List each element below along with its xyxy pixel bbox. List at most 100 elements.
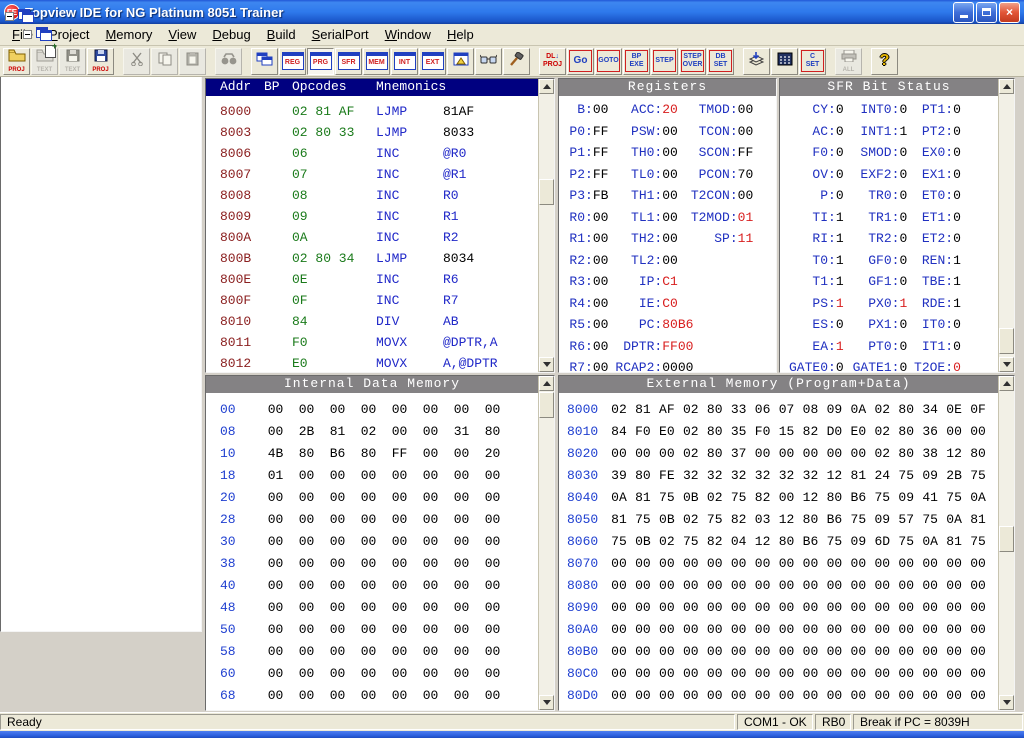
- disassembly-row[interactable]: 800808INCR0: [206, 188, 538, 209]
- bp-exe-button[interactable]: BPEXE: [623, 48, 650, 75]
- memory-bytes: 00000000000000000000000000000000: [607, 600, 990, 615]
- colon: :: [945, 167, 953, 189]
- step-button[interactable]: STEP: [651, 48, 678, 75]
- disassembly-row[interactable]: 800909INCR1: [206, 209, 538, 230]
- memory-byte: 00: [322, 402, 353, 417]
- disassembly-scrollbar[interactable]: [538, 79, 554, 372]
- download-hex-button[interactable]: [743, 48, 770, 75]
- collapse-icon[interactable]: [23, 30, 32, 39]
- sfr-window-button[interactable]: SFR: [335, 48, 362, 75]
- sfr-bit-cell: EXF2:0: [844, 167, 908, 189]
- menu-debug[interactable]: Debug: [204, 25, 258, 44]
- disassembly-row[interactable]: 8012E0MOVXA,@DPTR: [206, 356, 538, 377]
- cascade-windows-button[interactable]: [251, 48, 278, 75]
- scroll-thumb[interactable]: [539, 179, 554, 205]
- sfr-bit-cell: CY:0: [780, 102, 844, 124]
- menu-serialport[interactable]: SerialPort: [304, 25, 377, 44]
- build-button[interactable]: [503, 48, 530, 75]
- external-memory-row: 80400A81750B027582001280B6750941750A: [567, 490, 990, 512]
- menu-help[interactable]: Help: [439, 25, 482, 44]
- goto-button[interactable]: GOTO: [595, 48, 622, 75]
- scroll-thumb[interactable]: [539, 392, 554, 418]
- step-over-button[interactable]: STEPOVER: [679, 48, 706, 75]
- disassembly-row[interactable]: 800B02 80 34LJMP8034: [206, 251, 538, 272]
- memory-addr: 00: [220, 402, 260, 417]
- menu-memory[interactable]: Memory: [97, 25, 160, 44]
- memory-byte: 00: [870, 600, 894, 615]
- internal-memory-scrollbar[interactable]: [538, 376, 554, 710]
- memory-byte: 81: [631, 402, 655, 417]
- scroll-up-button[interactable]: [999, 79, 1014, 94]
- scroll-down-button[interactable]: [539, 695, 554, 710]
- scroll-up-button[interactable]: [539, 376, 554, 391]
- sfr-bit-cell: IT0:0: [907, 317, 961, 339]
- colon: :: [585, 145, 593, 167]
- scroll-thumb[interactable]: [999, 526, 1014, 552]
- watch-button[interactable]: [475, 48, 502, 75]
- go-button[interactable]: Go: [567, 48, 594, 75]
- disassembly-row[interactable]: 800E0EINCR6: [206, 272, 538, 293]
- menu-build[interactable]: Build: [259, 25, 304, 44]
- scroll-down-button[interactable]: [999, 357, 1014, 372]
- colon: :: [654, 167, 662, 189]
- close-button[interactable]: ×: [999, 2, 1020, 23]
- c-set-button[interactable]: CSET: [799, 48, 826, 75]
- colon: :: [654, 145, 662, 167]
- save-project-button[interactable]: PROJ: [87, 48, 114, 75]
- compile-button[interactable]: [447, 48, 474, 75]
- disassembly-row[interactable]: 800606INC@R0: [206, 146, 538, 167]
- colon: :: [654, 188, 662, 210]
- memory-byte: 00: [322, 688, 353, 703]
- memory-window-button[interactable]: MEM: [363, 48, 390, 75]
- memory-byte: 00: [607, 644, 631, 659]
- collapse-icon[interactable]: [5, 12, 14, 21]
- sfr-bit-cell-value: 0: [953, 102, 961, 124]
- program-window-button[interactable]: PRG: [307, 48, 334, 75]
- memory-byte: 00: [291, 644, 322, 659]
- fill-memory-button[interactable]: [771, 48, 798, 75]
- disassembly-row[interactable]: 8011F0MOVX@DPTR,A: [206, 335, 538, 356]
- sfr-bit-cell-label: EX1: [907, 167, 945, 189]
- disassembly-panel: Addr BP Opcodes Mnemonics 800002 81 AFLJ…: [205, 78, 555, 373]
- sfr-scrollbar[interactable]: [998, 79, 1014, 372]
- disasm-mnemonic: MOVX: [376, 335, 407, 350]
- memory-byte: 00: [799, 666, 823, 681]
- disassembly-row[interactable]: 800302 80 33LJMP8033: [206, 125, 538, 146]
- internal-memory-row: 600000000000000000: [220, 666, 508, 688]
- download-project-button[interactable]: DL↓PROJ: [539, 48, 566, 75]
- memory-byte: 00: [822, 644, 846, 659]
- scroll-down-button[interactable]: [539, 357, 554, 372]
- disassembly-row[interactable]: 800A0AINCR2: [206, 230, 538, 251]
- memory-byte: 03: [751, 512, 775, 527]
- memory-byte: 00: [655, 556, 679, 571]
- external-memory-scrollbar[interactable]: [998, 376, 1014, 710]
- help-button[interactable]: ?: [871, 48, 898, 75]
- menu-window[interactable]: Window: [377, 25, 439, 44]
- registers-window-button[interactable]: REG: [279, 48, 306, 75]
- sfr-bit-cell-value: 1: [953, 253, 961, 275]
- scroll-up-button[interactable]: [539, 79, 554, 94]
- restore-button[interactable]: [976, 2, 997, 23]
- db-set-button[interactable]: DBSET: [707, 48, 734, 75]
- register-row: R6:00DPTR:FF00: [559, 339, 776, 361]
- disassembly-row[interactable]: 800707INC@R1: [206, 167, 538, 188]
- sfr-bit-cell-label: RI: [780, 231, 828, 253]
- disasm-mnemonic: MOVX: [376, 356, 407, 371]
- register-cell-label: B: [559, 102, 585, 124]
- scroll-down-button[interactable]: [999, 695, 1014, 710]
- disassembly-row[interactable]: 800002 81 AFLJMP81AF: [206, 104, 538, 125]
- scroll-up-button[interactable]: [999, 376, 1014, 391]
- internal-memory-window-button[interactable]: INT: [391, 48, 418, 75]
- memory-byte: 00: [260, 424, 291, 439]
- disassembly-row[interactable]: 801084DIVAB: [206, 314, 538, 335]
- colon: :: [654, 210, 662, 232]
- disassembly-row[interactable]: 800F0FINCR7: [206, 293, 538, 314]
- minimize-button[interactable]: [953, 2, 974, 23]
- open-project-button[interactable]: PROJ: [3, 48, 30, 75]
- colon: :: [828, 253, 836, 275]
- register-row: R4:00IE:C0: [559, 296, 776, 318]
- scroll-thumb[interactable]: [999, 328, 1014, 354]
- external-memory-window-button[interactable]: EXT: [419, 48, 446, 75]
- menu-view[interactable]: View: [160, 25, 204, 44]
- memory-byte: 00: [607, 446, 631, 461]
